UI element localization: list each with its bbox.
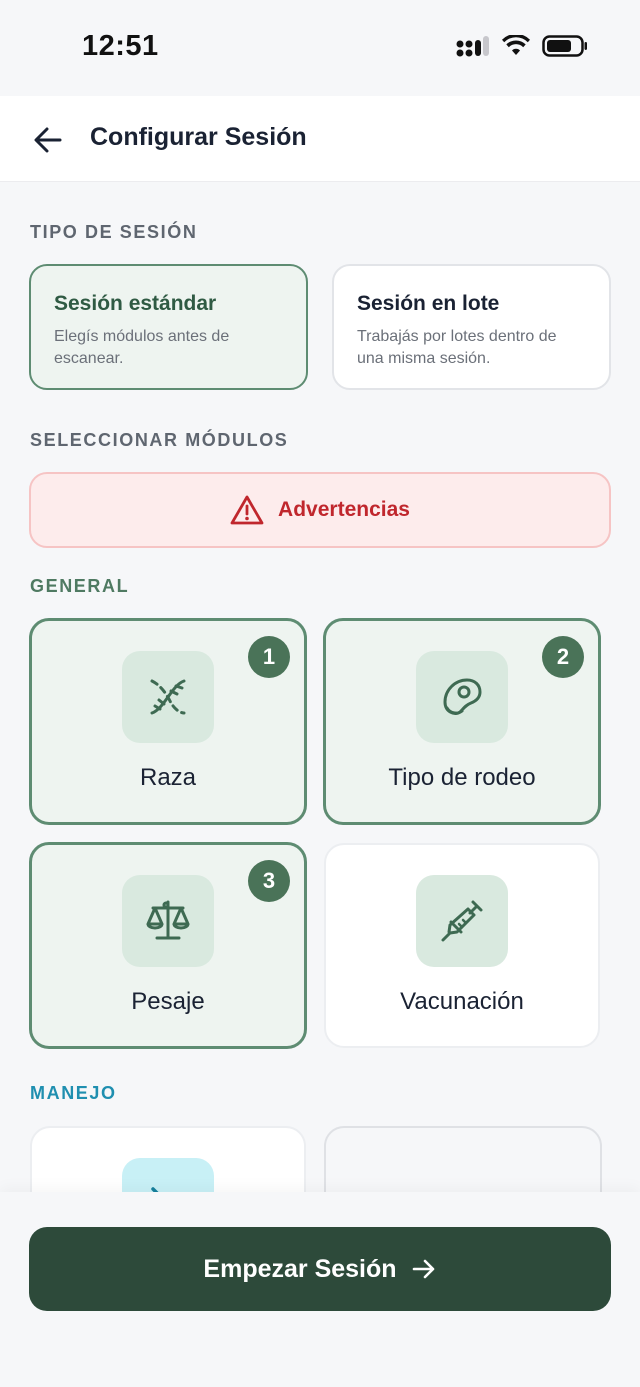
module-label-raza: Raza [139,764,197,791]
module-icon-tile [122,875,214,967]
module-card-pesaje[interactable]: 3 Pesaje [29,842,307,1049]
status-bar: 12:51 [0,0,640,96]
status-time: 12:51 [82,30,159,62]
module-label-vacunacion: Vacunación [400,988,524,1015]
module-order-badge: 2 [542,636,584,678]
start-session-label: Empezar Sesión [203,1254,397,1283]
module-order-badge: 3 [248,860,290,902]
session-type-batch-title: Sesión en lote [357,292,500,315]
session-type-standard-description: Elegís módulos antes de escanear. [54,328,230,367]
warnings-label: Advertencias [278,498,410,521]
top-app-bar: Configurar Sesión [0,96,640,182]
module-card-vacunacion[interactable]: Vacunación [324,843,600,1048]
module-card-tipo-de-rodeo[interactable]: 2 Tipo de rodeo [323,618,601,825]
module-icon-tile [416,651,508,743]
group-general-label: GENERAL [30,576,130,596]
session-type-batch-description: Trabajás por lotes dentro de una misma s… [357,328,557,367]
group-manejo-label: MANEJO [30,1083,117,1103]
warning-triangle-icon [230,495,264,525]
module-order-badge: 1 [248,636,290,678]
warnings-button[interactable]: Advertencias [29,472,611,548]
scale-icon [146,900,190,940]
page-title: Configurar Sesión [90,123,307,151]
syringe-icon [441,900,483,942]
arrow-right-icon [412,1259,434,1279]
modules-section-label: SELECCIONAR MÓDULOS [30,430,289,450]
start-session-button[interactable]: Empezar Sesión [29,1227,611,1311]
cellular-signal-icon [456,36,489,57]
module-icon-tile [122,651,214,743]
meat-steak-icon [443,678,482,716]
battery-icon [542,35,587,57]
back-button[interactable] [28,120,68,160]
dna-icon [150,679,186,715]
bottom-action-bar: Empezar Sesión [0,1192,640,1387]
arrow-left-icon [34,127,62,153]
session-type-section-label: TIPO DE SESIÓN [30,222,198,242]
session-type-batch-card[interactable]: Sesión en lote Trabajás por lotes dentro… [332,264,611,390]
wifi-icon [502,35,530,55]
module-label-pesaje: Pesaje [131,988,205,1015]
session-type-standard-card[interactable]: Sesión estándar Elegís módulos antes de … [29,264,308,390]
module-label-tipo-de-rodeo: Tipo de rodeo [388,764,536,791]
session-type-standard-title: Sesión estándar [54,292,217,315]
module-card-raza[interactable]: 1 Raza [29,618,307,825]
module-icon-tile [416,875,508,967]
status-icons [456,34,588,58]
